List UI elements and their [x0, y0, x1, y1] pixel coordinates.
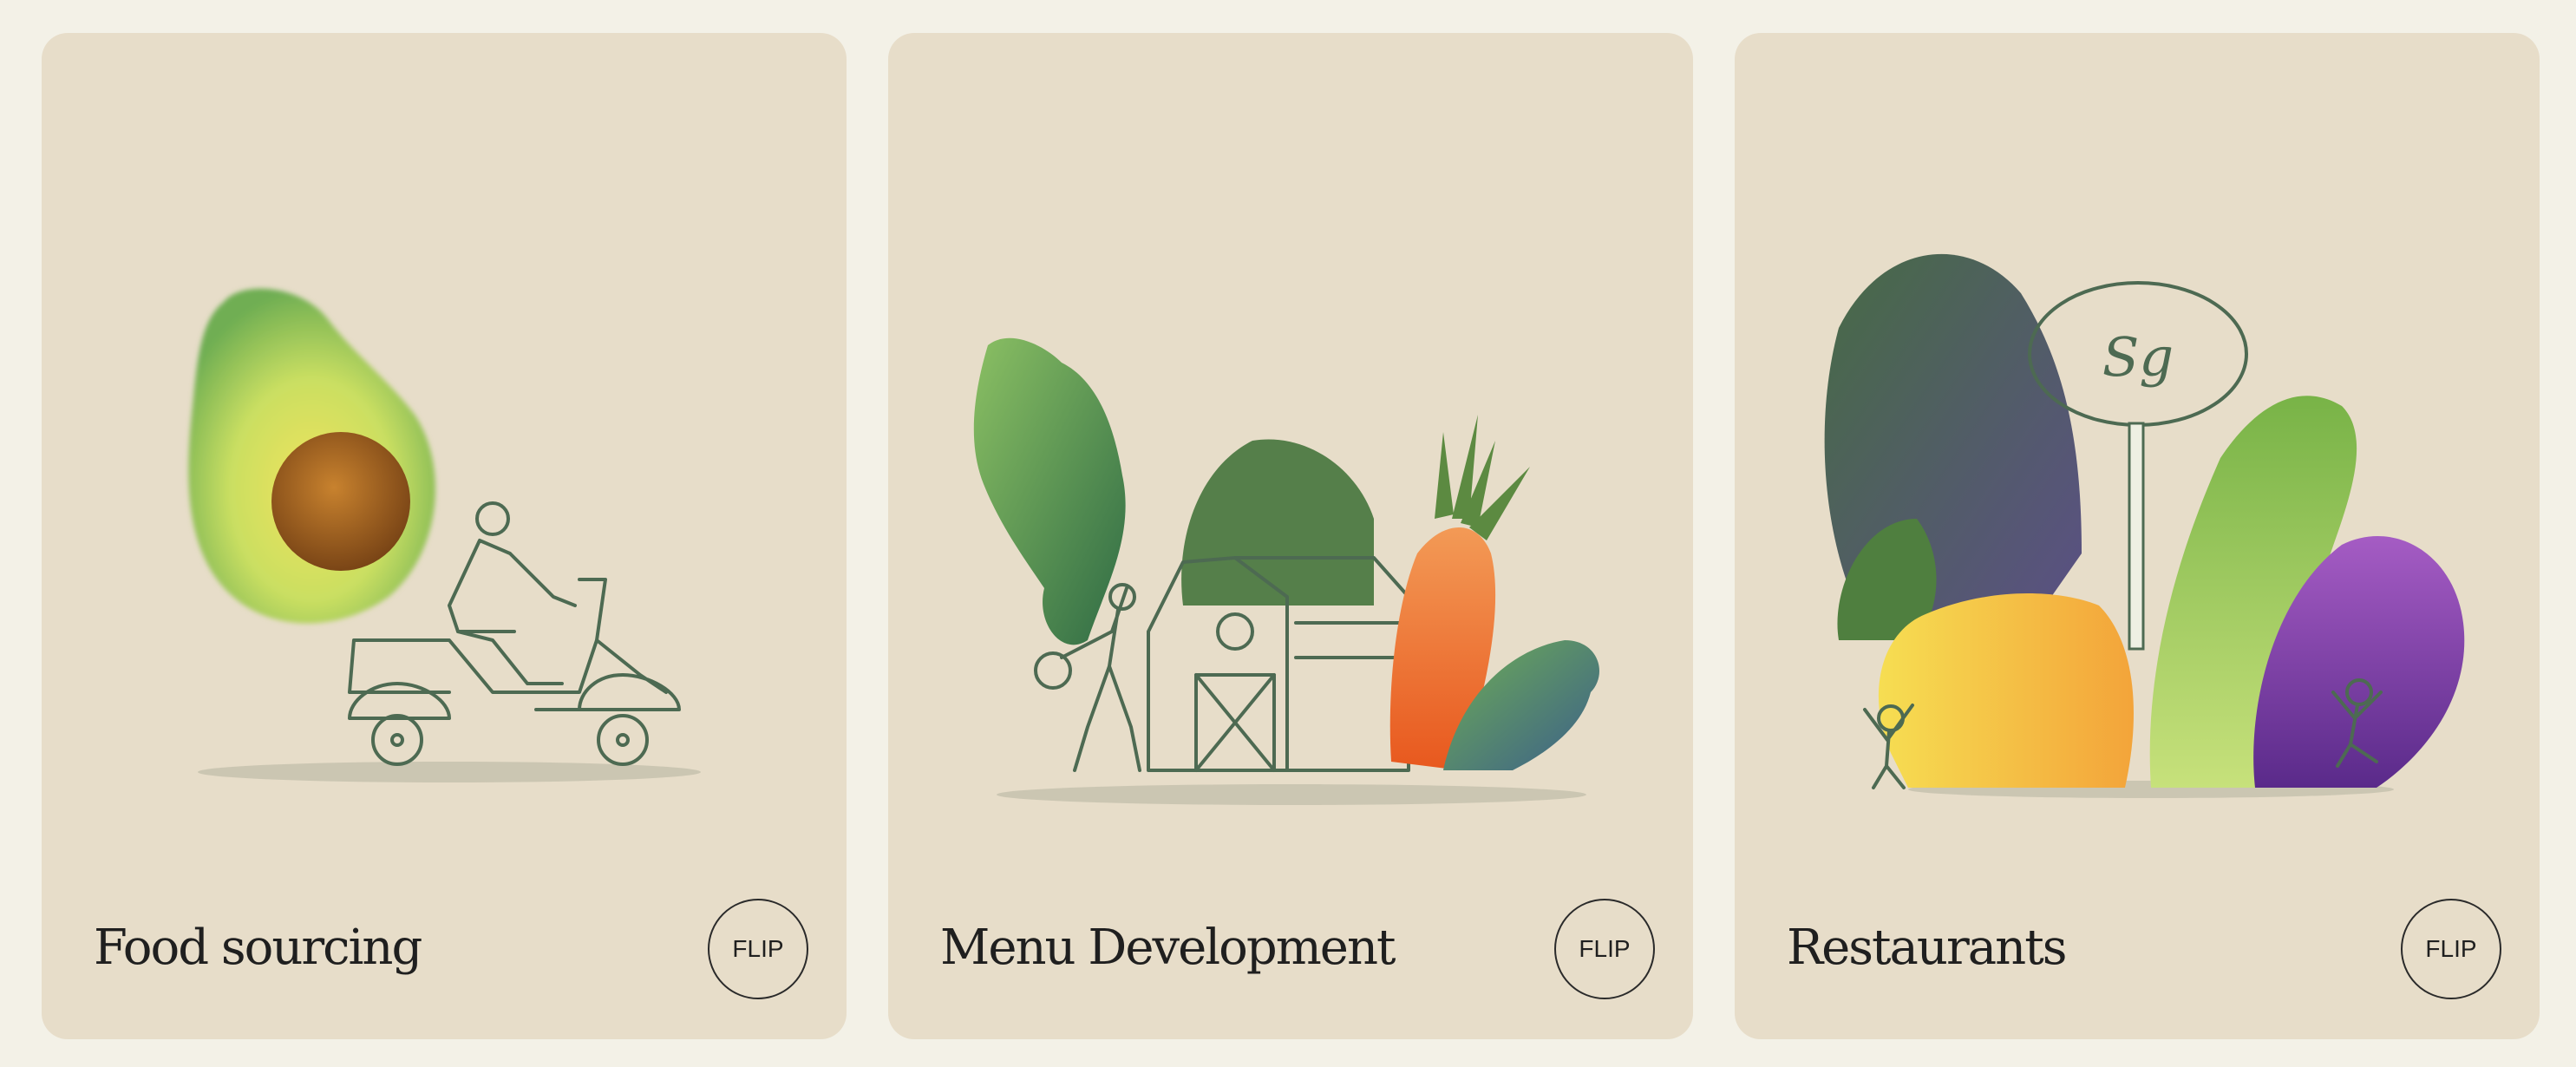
- vegetables-sign-illustration: Sg: [1824, 253, 2465, 798]
- scooter-wheel-front: [597, 714, 649, 766]
- avocado-scooter-illustration: [188, 288, 701, 782]
- flip-button[interactable]: FLIP: [708, 899, 808, 999]
- ground-shadow: [997, 784, 1586, 805]
- farm-barn-illustration: [973, 337, 1599, 805]
- cabbage: [1181, 439, 1374, 606]
- sign-post: [2128, 422, 2145, 651]
- card-menu-development[interactable]: Menu Development FLIP: [888, 33, 1693, 1039]
- card-food-sourcing[interactable]: Food sourcing FLIP: [42, 33, 847, 1039]
- yellow-pepper: [1878, 593, 2134, 788]
- card-title: Food sourcing: [94, 920, 422, 976]
- rider-head: [475, 501, 510, 536]
- scooter-wheel-back: [371, 714, 423, 766]
- barn-window: [1216, 612, 1254, 651]
- leaf-left: [973, 337, 1126, 645]
- carrot-leaves: [1435, 415, 1530, 540]
- avocado-pit: [271, 432, 410, 571]
- flip-button[interactable]: FLIP: [1554, 899, 1655, 999]
- card-restaurants[interactable]: Sg Restaurants FLIP: [1735, 33, 2540, 1039]
- scooter: [348, 578, 681, 720]
- card-title: Menu Development: [940, 920, 1396, 976]
- card-title: Restaurants: [1787, 920, 2067, 976]
- flip-button[interactable]: FLIP: [2401, 899, 2501, 999]
- sign-text: Sg: [2102, 325, 2174, 389]
